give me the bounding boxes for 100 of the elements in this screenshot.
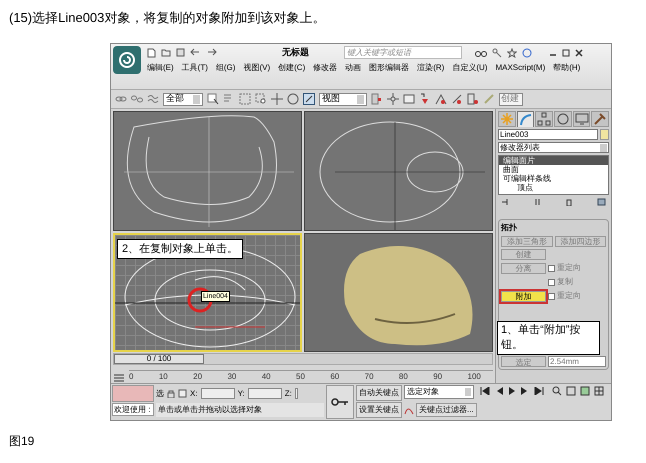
ruler-tick-label: 0	[129, 370, 134, 383]
app-logo-icon[interactable]	[113, 46, 141, 74]
key-icon	[331, 398, 349, 406]
wave-icon[interactable]	[147, 93, 159, 105]
move-icon[interactable]	[271, 93, 283, 105]
checkbox-label: 重定向	[557, 290, 581, 302]
key-icon[interactable]	[492, 48, 502, 58]
command-panel-tab[interactable]	[535, 111, 554, 127]
named-selection-field[interactable]: 创建	[499, 92, 523, 106]
circle-icon	[556, 112, 570, 126]
caption: (15)选择Line003对象，将复制的对象附加到该对象上。	[9, 9, 326, 27]
ruler-tick-label: 10	[158, 370, 168, 383]
auto-key-button[interactable]: 自动关键点	[356, 385, 402, 401]
rectangle-selection-icon[interactable]	[239, 93, 251, 105]
object-color-swatch[interactable]	[600, 129, 609, 140]
ruler-tick-label: 90	[433, 370, 442, 383]
menu-item[interactable]: 图形编辑器	[369, 61, 410, 74]
maxscript-listener-field[interactable]	[112, 385, 154, 402]
menu-item[interactable]: 自定义(U)	[452, 61, 488, 74]
checkbox[interactable]	[548, 264, 555, 272]
figure-label: 图19	[9, 433, 34, 450]
key-filters-button[interactable]: 关键点过滤器...	[416, 403, 477, 417]
track-bar-icon[interactable]	[113, 372, 125, 383]
set-key-button[interactable]: 设置关键点	[356, 402, 402, 418]
undo-icon[interactable]	[190, 48, 201, 57]
checkbox[interactable]	[548, 292, 555, 300]
menu-item[interactable]: 组(G)	[216, 61, 236, 74]
threshold-spinner[interactable]: 2.54mm	[548, 356, 606, 367]
time-slider-thumb[interactable]: 0 / 100	[114, 354, 204, 364]
maximize-viewport-icon[interactable]	[594, 386, 604, 396]
close-icon[interactable]	[575, 48, 583, 56]
ruler-tick-label: 20	[193, 370, 202, 383]
binoculars-icon[interactable]	[475, 48, 487, 57]
selection-label: 选	[156, 388, 164, 400]
folder-icon[interactable]	[161, 48, 171, 57]
welcome-field[interactable]: 欢迎使用 :	[112, 403, 154, 416]
stack-item[interactable]: 编辑面片	[499, 156, 608, 165]
perspective-viewport[interactable]	[304, 232, 493, 352]
menu-item[interactable]: 渲染(R)	[417, 61, 444, 74]
go-to-end-icon[interactable]	[534, 387, 544, 395]
select-object-icon[interactable]	[207, 93, 219, 105]
checkbox[interactable]	[548, 278, 555, 286]
rotate-icon[interactable]	[287, 93, 299, 105]
redo-icon[interactable]	[206, 48, 217, 57]
menu-item[interactable]: 修改器	[313, 61, 338, 74]
save-icon[interactable]	[176, 48, 185, 57]
stack-item[interactable]: 顶点	[499, 183, 608, 192]
pin-icon[interactable]	[501, 198, 510, 206]
object-name-field[interactable]: Line003	[498, 129, 598, 140]
hierarchy-icon	[537, 112, 552, 126]
front-viewport[interactable]	[304, 111, 493, 231]
ruler-tick-label: 60	[330, 370, 340, 383]
star-icon[interactable]	[507, 48, 517, 58]
new-file-icon[interactable]	[147, 48, 156, 58]
menu-item[interactable]: 创建(C)	[278, 61, 306, 74]
command-panel-tab[interactable]	[591, 111, 610, 127]
selection-filter-dropdown[interactable]: 全部	[163, 92, 203, 106]
menu-item[interactable]: 工具(T)	[182, 61, 208, 74]
curve-icon	[518, 112, 532, 126]
pause-icon[interactable]	[534, 198, 542, 206]
maximize-icon[interactable]	[562, 48, 570, 56]
group-title: 拓扑	[501, 222, 518, 234]
lock-icon[interactable]	[167, 389, 175, 398]
z-label: Z:	[284, 388, 292, 400]
top-viewport[interactable]	[113, 111, 302, 231]
menu-item[interactable]: 视图(V)	[243, 61, 270, 74]
menu-item[interactable]: MAXScript(M)	[495, 61, 546, 74]
ruler-tick-label: 70	[364, 370, 374, 383]
key-mode-dropdown[interactable]: 选定对象	[404, 385, 474, 399]
zoom-extents-icon[interactable]	[566, 386, 576, 396]
modifier-list-dropdown[interactable]: 修改器列表	[498, 142, 609, 153]
stack-item[interactable]: 可编辑样条线	[499, 174, 608, 183]
menu-item[interactable]: 编辑(E)	[147, 61, 174, 74]
zoom-extents-selected-icon[interactable]	[580, 386, 590, 396]
stack-item[interactable]: 曲面	[499, 165, 608, 174]
key-button[interactable]	[326, 385, 354, 419]
command-panel-tab[interactable]	[516, 111, 534, 127]
command-panel-tab[interactable]	[554, 111, 572, 127]
z-coordinate-field[interactable]	[294, 388, 298, 399]
monitor-icon	[574, 112, 589, 126]
hammer-icon	[593, 112, 608, 126]
go-to-start-icon[interactable]	[480, 387, 490, 395]
command-panel-tab[interactable]	[572, 111, 590, 127]
manipulate-icon[interactable]	[387, 93, 399, 105]
reference-coordinate-dropdown[interactable]: 视图	[319, 92, 367, 106]
checkbox-label: 重定向	[557, 262, 581, 274]
x-coordinate-field[interactable]	[200, 388, 235, 399]
zoom-icon[interactable]	[552, 386, 562, 396]
unlink-icon[interactable]	[131, 93, 143, 105]
play-icon[interactable]	[508, 387, 516, 395]
topology-button[interactable]: 附加	[501, 290, 546, 302]
time-slider-track[interactable]: 0 / 100	[113, 353, 493, 366]
y-coordinate-field[interactable]	[248, 388, 282, 399]
x-label: X:	[190, 388, 198, 400]
window-crossing-icon[interactable]	[255, 93, 267, 105]
menu-item[interactable]: 帮助(H)	[553, 61, 580, 74]
menu-item[interactable]: 动画	[345, 61, 362, 74]
scale-icon[interactable]	[303, 93, 315, 105]
pivot-icon[interactable]	[371, 93, 383, 105]
callout: 2、在复制对象上单击。	[117, 238, 244, 260]
